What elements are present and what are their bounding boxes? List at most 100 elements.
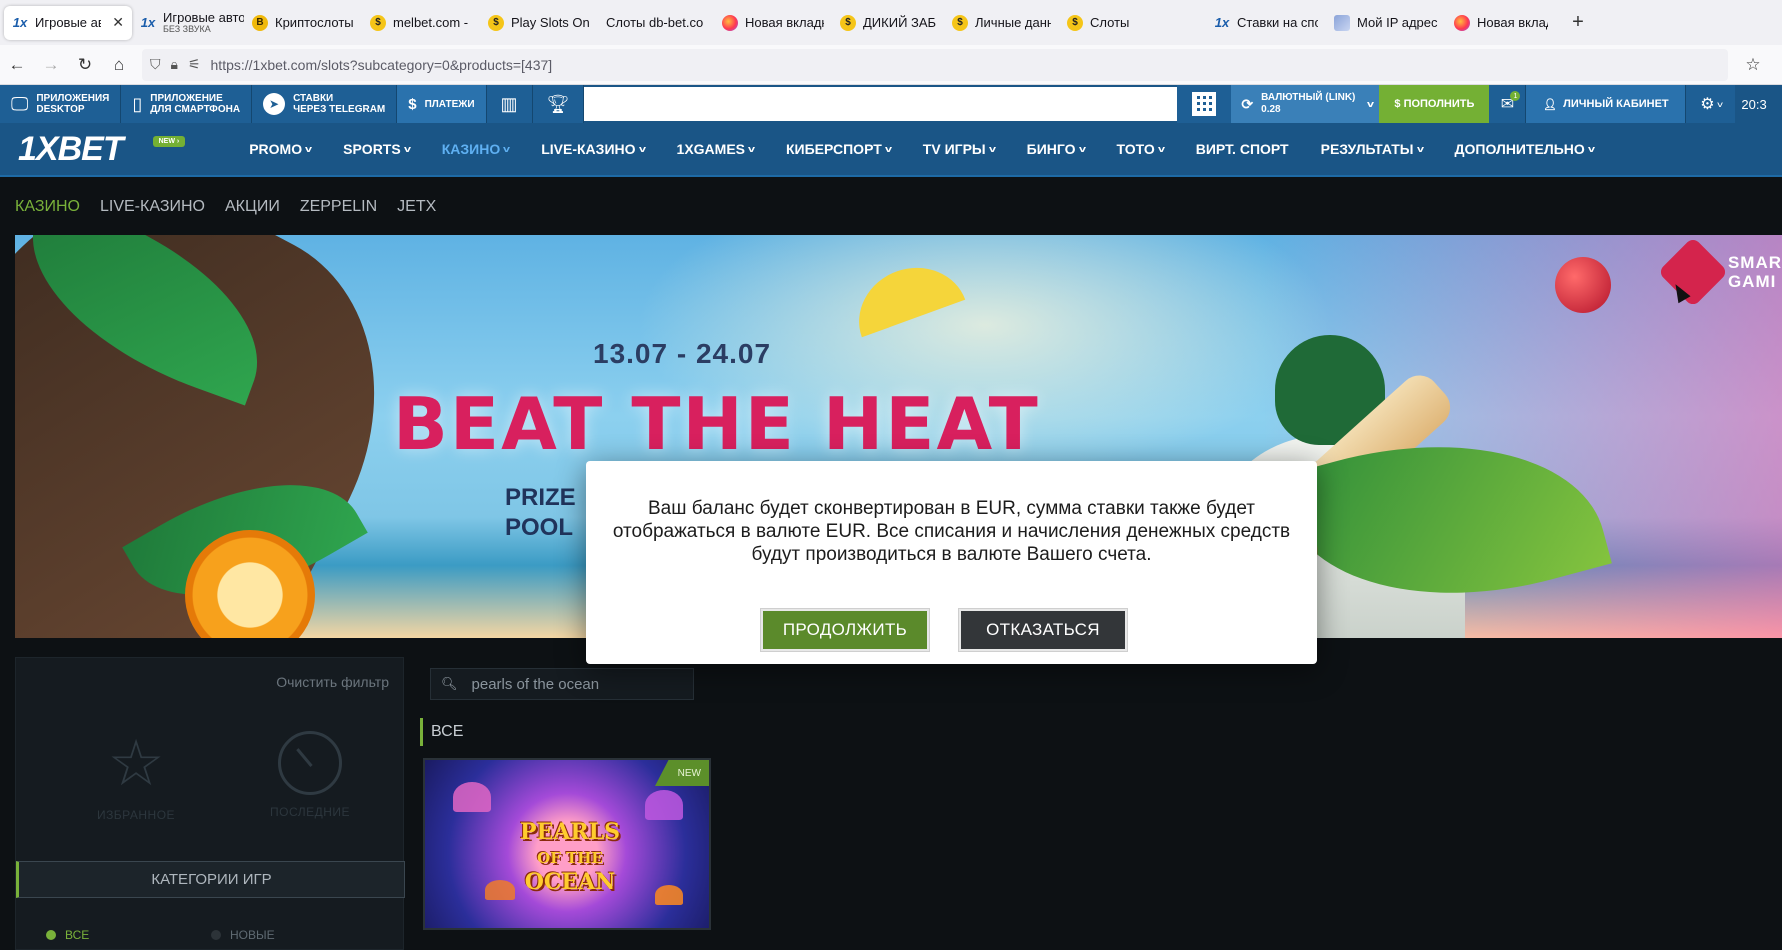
game-categories-header[interactable]: КАТЕГОРИИ ИГР (16, 861, 405, 898)
nav-item[interactable]: TV ИГРЫ v (907, 141, 1011, 157)
nav-item-label: PROMO (249, 141, 303, 157)
browser-tab[interactable]: B Криптослоты он (244, 6, 362, 40)
account-currency-selector[interactable]: ⟳ ВАЛЮТНЫЙ (LINK) 0.28 v (1231, 85, 1380, 123)
browser-tab[interactable]: 1x Игровые авто ✕ (4, 5, 132, 40)
tab-favicon-icon (722, 14, 738, 31)
back-icon[interactable]: ← (0, 49, 34, 81)
shield-icon: ⛉ (150, 56, 161, 72)
qr-code-button[interactable] (1177, 85, 1232, 123)
nav-item[interactable]: КАЗИНО v (426, 141, 526, 157)
nav-item-label: ДОПОЛНИТЕЛЬНО (1454, 141, 1585, 157)
subnav-item[interactable]: КАЗИНО (15, 198, 80, 216)
user-icon: 👤︎ (1543, 98, 1558, 111)
browser-tab[interactable]: Новая вкладка (714, 6, 832, 40)
browser-tab[interactable]: Новая вкладка (1446, 6, 1556, 40)
browser-tab[interactable]: $ melbet.com - 6у (362, 6, 480, 40)
subnav-item[interactable]: LIVE-КАЗИНО (100, 198, 205, 216)
nav-item[interactable]: КИБЕРСПОРТ v (770, 141, 907, 157)
browser-toolbar: ← → ↻ ⌂ ⛉ 🔒︎ ⚟ https://1xbet.com/slots?s… (0, 45, 1782, 85)
personal-account-button[interactable]: 👤︎ ЛИЧНЫЙ КАБИНЕТ (1525, 85, 1686, 123)
game-search-box[interactable]: 🔍︎ (430, 668, 694, 700)
telegram-icon: ➤ (263, 93, 286, 115)
nav-item[interactable]: БИНГО v (1011, 141, 1101, 157)
recent-filter[interactable]: ПОСЛЕДНИЕ (250, 728, 370, 819)
payments-button[interactable]: $ ПЛАТЕЖИ (397, 85, 487, 123)
continue-button[interactable]: ПРОДОЛЖИТЬ (761, 609, 929, 651)
browser-tab[interactable]: $ ДИКИЙ ЗАБЕГ (832, 6, 944, 40)
nav-item[interactable]: LIVE-КАЗИНО v (525, 141, 660, 157)
nav-item[interactable]: ТОТО v (1101, 141, 1180, 157)
top-bar-empty-area (584, 87, 1178, 121)
deposit-button[interactable]: $ ПОПОЛНИТЬ (1379, 85, 1490, 123)
url-text: https://1xbet.com/slots?subcategory=0&pr… (210, 56, 553, 73)
tab-title: Слоты db-bet.co (606, 15, 704, 30)
tab-title: ДИКИЙ ЗАБЕГ (863, 15, 936, 30)
tab-muted-label: БЕЗ ЗВУКА (163, 24, 211, 34)
desktop-apps-button[interactable]: 🖵 ПРИЛОЖЕНИЯ DESKTOP (0, 85, 122, 123)
settings-button[interactable]: ⚙ v (1685, 85, 1736, 123)
tab-title: Личные данные (975, 15, 1051, 30)
tab-title: melbet.com - 6у (393, 15, 472, 30)
new-tab-button[interactable]: + (1566, 11, 1590, 34)
browser-tab[interactable]: $ Слоты (1059, 6, 1172, 40)
clear-filter-link[interactable]: Очистить фильтр (276, 674, 389, 690)
chevron-down-icon: v (1587, 144, 1595, 154)
nav-item-label: КИБЕРСПОРТ (786, 141, 882, 157)
currency-conversion-dialog: Ваш баланс будет сконвертирован в EUR, с… (586, 461, 1317, 664)
search-input[interactable] (471, 675, 672, 693)
mobile-apps-button[interactable]: ▯ ПРИЛОЖЕНИЕ ДЛЯ СМАРТФОНА (121, 85, 253, 123)
browser-tab[interactable]: $ Play Slots Online (480, 6, 598, 40)
nav-item-label: БИНГО (1026, 141, 1076, 157)
address-bar[interactable]: ⛉ 🔒︎ ⚟ https://1xbet.com/slots?subcatego… (142, 48, 1728, 81)
chevron-down-icon: v (1157, 144, 1165, 154)
nav-item-label: TV ИГРЫ (922, 141, 986, 157)
subnav-item[interactable]: АКЦИИ (225, 198, 280, 216)
statistics-button[interactable]: ▥ (486, 85, 533, 123)
main-navigation: 1XBET NEW › PROMO v SPORTS v КАЗИНО v LIVE-КАЗ… (0, 123, 1782, 177)
subnav-item[interactable]: ZEPPELIN (300, 198, 377, 216)
star-icon: ☆ (107, 727, 165, 799)
nav-item[interactable]: SPORTS v (327, 141, 426, 157)
site-top-bar: 🖵 ПРИЛОЖЕНИЯ DESKTOP ▯ ПРИЛОЖЕНИЕ ДЛЯ СМАР… (0, 85, 1782, 123)
browser-tab[interactable]: 1x Ставки на спорт (1206, 6, 1326, 40)
nav-item[interactable]: 1XGAMES v (661, 141, 770, 157)
category-all-option[interactable]: ВСЕ (46, 928, 89, 942)
browser-tab[interactable]: Мой IP адрес (1326, 6, 1446, 40)
game-card-pearls-of-the-ocean[interactable]: PEARLS OF THE OCEAN NEW (423, 758, 711, 930)
decline-button[interactable]: ОТКАЗАТЬСЯ (959, 609, 1127, 651)
new-game-badge: NEW (655, 760, 709, 786)
monitor-icon: 🖵 (11, 93, 29, 114)
nav-item[interactable]: ВИРТ. СПОРТ (1180, 141, 1305, 157)
tab-title: Play Slots Online (511, 15, 590, 30)
home-icon[interactable]: ⌂ (102, 49, 136, 81)
banner-dates: 13.07 - 24.07 (593, 338, 772, 369)
nav-item[interactable]: РЕЗУЛЬТАТЫ v (1305, 141, 1439, 157)
nav-item[interactable]: ДОПОЛНИТЕЛЬНО v (1439, 141, 1610, 157)
browser-tab[interactable]: $ Личные данные (944, 6, 1059, 40)
messages-button[interactable]: ✉ 1 (1489, 85, 1526, 123)
tournaments-button[interactable]: 🏆︎ (532, 85, 585, 123)
bookmark-star-icon[interactable]: ☆ (1736, 49, 1770, 81)
close-tab-icon[interactable]: ✕ (112, 14, 124, 31)
reload-icon[interactable]: ↻ (68, 49, 102, 81)
subnav-item[interactable]: JETX (397, 198, 436, 216)
nav-item-label: КАЗИНО (441, 141, 501, 157)
browser-tab[interactable]: 1x Игровые автомаБЕЗ ЗВУКА (132, 6, 244, 40)
tab-title: Игровые автома (163, 11, 244, 24)
clock-time: 20:3 (1735, 85, 1782, 123)
tab-favicon-icon: $ (370, 14, 386, 31)
new-badge: NEW › (152, 135, 186, 147)
nav-item-label: SPORTS (343, 141, 401, 157)
banner-title: BEAT THE HEAT (393, 382, 1040, 466)
chevron-down-icon: v (1716, 99, 1723, 109)
telegram-bets-button[interactable]: ➤ СТАВКИ ЧЕРЕЗ TELEGRAM (252, 85, 398, 123)
site-logo[interactable]: 1XBET (18, 130, 124, 169)
chevron-down-icon: v (747, 144, 756, 154)
bar-chart-icon: ▥ (500, 93, 518, 114)
favorites-filter[interactable]: ☆ ИЗБРАННОЕ (76, 728, 196, 822)
browser-tab[interactable]: Слоты db-bet.co (170, 6, 714, 311)
nav-item[interactable]: PROMO v (233, 141, 327, 157)
category-new-option[interactable]: НОВЫЕ (211, 928, 275, 942)
forward-icon[interactable]: → (34, 49, 68, 81)
clock-icon (278, 731, 342, 795)
